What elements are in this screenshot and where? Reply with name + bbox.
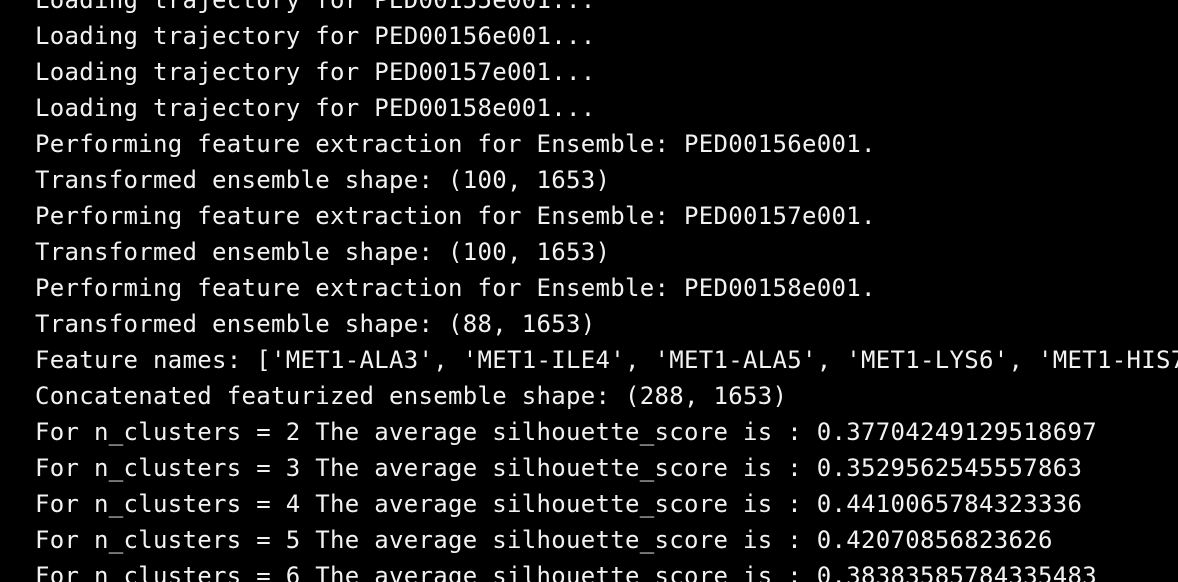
output-line: Performing feature extraction for Ensemb…: [35, 274, 876, 302]
output-line: Loading trajectory for PED00157e001...: [35, 58, 596, 86]
output-line: Transformed ensemble shape: (88, 1653): [35, 310, 596, 338]
output-line: Loading trajectory for PED00158e001...: [35, 94, 596, 122]
output-line: Performing feature extraction for Ensemb…: [35, 130, 876, 158]
output-line: Concatenated featurized ensemble shape: …: [35, 382, 788, 410]
output-line: Performing feature extraction for Ensemb…: [35, 202, 876, 230]
output-line: For n_clusters = 2 The average silhouett…: [35, 418, 1097, 446]
terminal-window[interactable]: Loading trajectory for PED00155e001... L…: [0, 0, 1178, 582]
output-line: For n_clusters = 5 The average silhouett…: [35, 526, 1053, 554]
terminal-output: Loading trajectory for PED00155e001... L…: [35, 0, 1178, 582]
output-line: For n_clusters = 3 The average silhouett…: [35, 454, 1083, 482]
output-line: Loading trajectory for PED00155e001...: [35, 0, 596, 14]
output-line: For n_clusters = 4 The average silhouett…: [35, 490, 1083, 518]
output-line: Transformed ensemble shape: (100, 1653): [35, 166, 611, 194]
output-line: Transformed ensemble shape: (100, 1653): [35, 238, 611, 266]
output-line: Feature names: ['MET1-ALA3', 'MET1-ILE4'…: [35, 346, 1178, 374]
output-line: Loading trajectory for PED00156e001...: [35, 22, 596, 50]
output-line: For n_clusters = 6 The average silhouett…: [35, 562, 1097, 582]
